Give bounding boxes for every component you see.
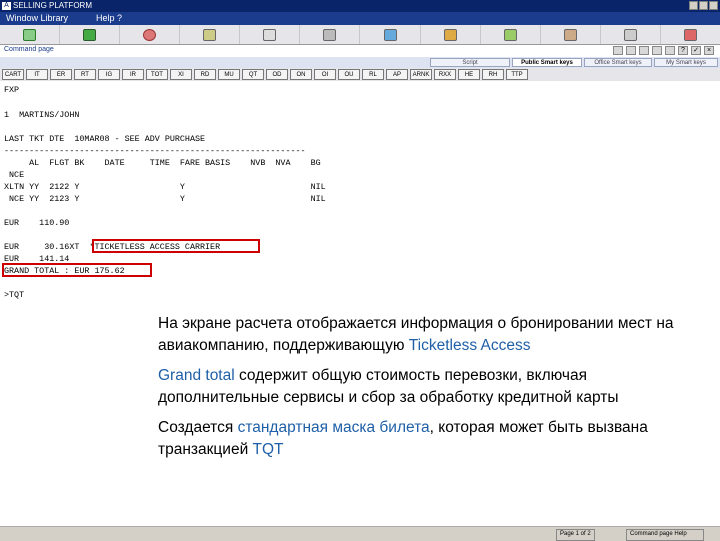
- command-page-title: Command page: [4, 46, 54, 53]
- terminal-line: AL FLGT BK DATE TIME FARE BASIS NVB NVA …: [4, 158, 321, 168]
- toolbar-button-car[interactable]: [360, 25, 421, 44]
- toolbar-button-printer[interactable]: [240, 25, 301, 44]
- page-icon-2[interactable]: [626, 46, 636, 55]
- toolbar-button-tools[interactable]: [180, 25, 241, 44]
- terminal-line: FXP: [4, 85, 20, 95]
- close-button[interactable]: [709, 1, 718, 10]
- tab-office-smart-keys[interactable]: Office Smart keys: [584, 58, 652, 67]
- quick-button-ir[interactable]: IR: [122, 69, 144, 80]
- menu-bar: Window Library Help ?: [0, 12, 720, 25]
- icon-toolbar: [0, 25, 720, 45]
- minimize-button[interactable]: [689, 1, 698, 10]
- menu-help[interactable]: Help ?: [96, 12, 122, 25]
- train-icon: [323, 28, 337, 41]
- quick-button-qt[interactable]: QT: [242, 69, 264, 80]
- pencil-icon: [443, 28, 457, 41]
- grand-total-highlight-box: [2, 263, 152, 277]
- page-indicator: Page 1 of 2: [556, 529, 595, 541]
- tools-icon: [203, 28, 217, 41]
- toolbar-button-pencil[interactable]: [421, 25, 481, 44]
- quick-button-arnk[interactable]: ARNK: [410, 69, 432, 80]
- page-icon-3[interactable]: [639, 46, 649, 55]
- quick-button-rxx[interactable]: RXX: [434, 69, 456, 80]
- window-controls: [689, 1, 718, 10]
- terminal-line: NCE: [4, 170, 25, 180]
- quick-button-rd[interactable]: RD: [194, 69, 216, 80]
- toolbar-button-plane[interactable]: [601, 25, 661, 44]
- tick-icon[interactable]: ✓: [691, 46, 701, 55]
- quick-button-ap[interactable]: AP: [386, 69, 408, 80]
- quick-button-od[interactable]: OD: [266, 69, 288, 80]
- status-bar: Page 1 of 2 Command page Help: [0, 526, 720, 541]
- maximize-button[interactable]: [699, 1, 708, 10]
- tab-public-smart-keys[interactable]: Public Smart keys: [512, 58, 582, 67]
- user-icon: [143, 28, 157, 41]
- note-paragraph-1: На экране расчета отображается информаци…: [158, 315, 674, 354]
- terminal-line: >TQT: [4, 290, 25, 300]
- toolbar-button-folder[interactable]: [0, 25, 61, 44]
- page-icon-5[interactable]: [665, 46, 675, 55]
- quick-button-xi[interactable]: XI: [170, 69, 192, 80]
- plane-icon: [623, 28, 637, 41]
- toolbar-button-user[interactable]: [120, 25, 181, 44]
- clipboard-icon: [683, 28, 697, 41]
- quick-button-oi[interactable]: OI: [314, 69, 336, 80]
- document-icon: [83, 28, 97, 41]
- ticketless-highlight-box: [92, 239, 260, 253]
- quick-button-tot[interactable]: TOT: [146, 69, 168, 80]
- smart-keys-tabs: Script Public Smart keys Office Smart ke…: [0, 57, 720, 68]
- page-icon-1[interactable]: [613, 46, 623, 55]
- quick-button-er[interactable]: ER: [50, 69, 72, 80]
- toolbar-button-document[interactable]: [60, 25, 121, 44]
- map-icon: [503, 28, 517, 41]
- title-bar: A SELLING PLATFORM: [0, 0, 720, 12]
- quick-button-rl[interactable]: RL: [362, 69, 384, 80]
- hotel-icon: [563, 28, 577, 41]
- explanation-note: На экране расчета отображается информаци…: [150, 303, 706, 486]
- command-page-controls: ? ✓ ×: [613, 46, 714, 55]
- page-icon-4[interactable]: [652, 46, 662, 55]
- quick-button-on[interactable]: ON: [290, 69, 312, 80]
- quick-button-ou[interactable]: OU: [338, 69, 360, 80]
- printer-icon: [263, 28, 277, 41]
- tab-my-smart-keys[interactable]: My Smart keys: [654, 58, 718, 67]
- quick-button-ig[interactable]: IG: [98, 69, 120, 80]
- folder-icon: [23, 28, 37, 41]
- window-title: SELLING PLATFORM: [13, 1, 92, 10]
- note-paragraph-3: Создается стандартная маска билета, кото…: [158, 419, 648, 458]
- terminal-line: XLTN YY 2122 Y Y NIL: [4, 182, 326, 192]
- toolbar-button-clipboard[interactable]: [661, 25, 720, 44]
- toolbar-button-hotel[interactable]: [541, 25, 601, 44]
- quick-button-ttp[interactable]: TTP: [506, 69, 528, 80]
- quick-button-it[interactable]: IT: [26, 69, 48, 80]
- quick-button-he[interactable]: HE: [458, 69, 480, 80]
- terminal-line: LAST TKT DTE 10MAR08 - SEE ADV PURCHASE: [4, 134, 206, 144]
- tab-script[interactable]: Script: [430, 58, 510, 67]
- terminal-line: ----------------------------------------…: [4, 146, 306, 156]
- status-help[interactable]: Command page Help: [626, 529, 704, 541]
- close-page-icon[interactable]: ×: [704, 46, 714, 55]
- menu-window[interactable]: Window Library: [6, 12, 68, 25]
- terminal-line: NCE YY 2123 Y Y NIL: [4, 194, 326, 204]
- quick-button-mu[interactable]: MU: [218, 69, 240, 80]
- car-icon: [383, 28, 397, 41]
- command-page-header: Command page ? ✓ ×: [0, 45, 720, 57]
- terminal-line: EUR 110.90: [4, 218, 70, 228]
- quick-button-rh[interactable]: RH: [482, 69, 504, 80]
- help-icon[interactable]: ?: [678, 46, 688, 55]
- app-logo-icon: A: [2, 2, 11, 10]
- quick-button-cart[interactable]: CART: [2, 69, 24, 80]
- toolbar-button-map[interactable]: [481, 25, 541, 44]
- terminal-line: 1 MARTINS/JOHN: [4, 110, 80, 120]
- quick-buttons-row: CART IT ER RT IG IR TOT XI RD MU QT OD ON OI OU RL AP ARN…: [0, 68, 720, 81]
- toolbar-button-train[interactable]: [300, 25, 361, 44]
- note-paragraph-2: Grand total содержит общую стоимость пер…: [158, 367, 619, 406]
- quick-button-rt[interactable]: RT: [74, 69, 96, 80]
